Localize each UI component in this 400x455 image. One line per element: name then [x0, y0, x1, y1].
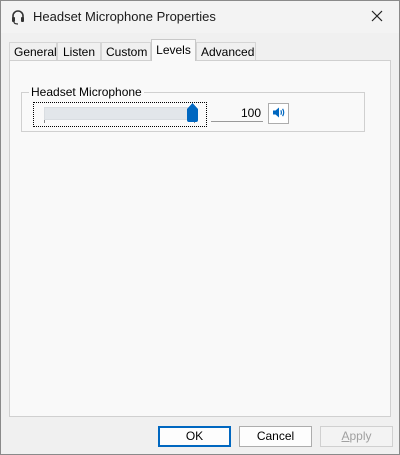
ok-button[interactable]: OK: [158, 426, 231, 447]
apply-label-rest: pply: [349, 429, 372, 443]
tab-levels[interactable]: Levels: [151, 39, 196, 61]
speaker-icon: [272, 106, 286, 122]
close-button[interactable]: [355, 1, 399, 33]
close-icon: [371, 10, 383, 25]
slider-tick: [44, 120, 45, 123]
headset-icon: [10, 9, 26, 25]
slider-thumb[interactable]: [187, 103, 198, 122]
apply-accelerator: A: [341, 429, 350, 443]
tab-advanced[interactable]: Advanced: [196, 42, 256, 60]
group-label: Headset Microphone: [29, 85, 144, 99]
slider-track[interactable]: [44, 107, 195, 120]
title-bar[interactable]: Headset Microphone Properties: [1, 1, 399, 33]
tab-custom[interactable]: Custom: [101, 42, 151, 60]
apply-button[interactable]: Apply: [320, 426, 393, 447]
window-title: Headset Microphone Properties: [33, 9, 216, 24]
cancel-button[interactable]: Cancel: [239, 426, 312, 447]
mute-button[interactable]: [268, 103, 289, 124]
levels-panel: Headset Microphone: [9, 60, 391, 417]
tab-general[interactable]: General: [9, 42, 57, 60]
tab-listen[interactable]: Listen: [57, 42, 101, 60]
properties-window: Headset Microphone Properties General Li…: [0, 0, 400, 455]
level-value-input[interactable]: [211, 104, 263, 122]
